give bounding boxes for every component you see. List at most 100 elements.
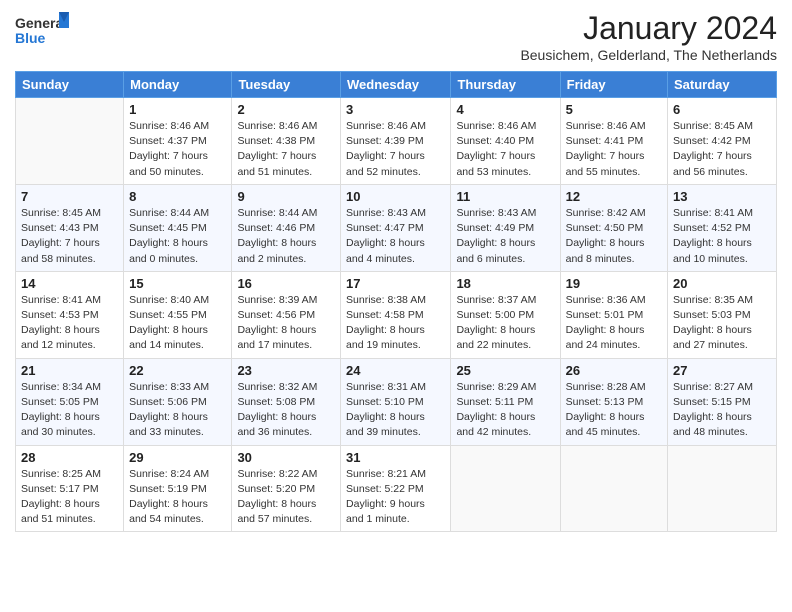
calendar-week-5: 28 Sunrise: 8:25 AM Sunset: 5:17 PM Dayli…: [16, 445, 777, 532]
day-number: 29: [129, 450, 226, 465]
calendar-week-3: 14 Sunrise: 8:41 AM Sunset: 4:53 PM Dayli…: [16, 271, 777, 358]
day-number: 20: [673, 276, 771, 291]
weekday-header-sunday: Sunday: [16, 72, 124, 98]
day-number: 7: [21, 189, 118, 204]
calendar-cell: 24 Sunrise: 8:31 AM Sunset: 5:10 PM Dayli…: [341, 358, 451, 445]
day-number: 2: [237, 102, 335, 117]
calendar-cell: 12 Sunrise: 8:42 AM Sunset: 4:50 PM Dayli…: [560, 184, 667, 271]
calendar-table: SundayMondayTuesdayWednesdayThursdayFrid…: [15, 71, 777, 532]
day-info: Sunrise: 8:39 AM Sunset: 4:56 PM Dayligh…: [237, 293, 335, 354]
location: Beusichem, Gelderland, The Netherlands: [520, 47, 777, 63]
calendar-cell: 11 Sunrise: 8:43 AM Sunset: 4:49 PM Dayli…: [451, 184, 560, 271]
calendar-cell: 14 Sunrise: 8:41 AM Sunset: 4:53 PM Dayli…: [16, 271, 124, 358]
calendar-cell: 31Sunrise: 8:21 AM Sunset: 5:22 PM Dayli…: [341, 445, 451, 532]
day-info: Sunrise: 8:33 AM Sunset: 5:06 PM Dayligh…: [129, 380, 226, 441]
calendar-cell: [16, 98, 124, 185]
day-info: Sunrise: 8:32 AM Sunset: 5:08 PM Dayligh…: [237, 380, 335, 441]
day-number: 19: [566, 276, 662, 291]
calendar-cell: 30 Sunrise: 8:22 AM Sunset: 5:20 PM Dayli…: [232, 445, 341, 532]
day-info: Sunrise: 8:35 AM Sunset: 5:03 PM Dayligh…: [673, 293, 771, 354]
page-header: General Blue January 2024 Beusichem, Gel…: [15, 10, 777, 63]
weekday-header-friday: Friday: [560, 72, 667, 98]
day-info: Sunrise: 8:43 AM Sunset: 4:47 PM Dayligh…: [346, 206, 445, 267]
calendar-cell: 22 Sunrise: 8:33 AM Sunset: 5:06 PM Dayli…: [124, 358, 232, 445]
calendar-cell: 29 Sunrise: 8:24 AM Sunset: 5:19 PM Dayli…: [124, 445, 232, 532]
day-info: Sunrise: 8:22 AM Sunset: 5:20 PM Dayligh…: [237, 467, 335, 528]
calendar-cell: [560, 445, 667, 532]
day-info: Sunrise: 8:31 AM Sunset: 5:10 PM Dayligh…: [346, 380, 445, 441]
day-info: Sunrise: 8:25 AM Sunset: 5:17 PM Dayligh…: [21, 467, 118, 528]
calendar-cell: [451, 445, 560, 532]
day-info: Sunrise: 8:46 AM Sunset: 4:40 PM Dayligh…: [456, 119, 554, 180]
day-info: Sunrise: 8:45 AM Sunset: 4:42 PM Dayligh…: [673, 119, 771, 180]
day-number: 12: [566, 189, 662, 204]
calendar-cell: 27 Sunrise: 8:27 AM Sunset: 5:15 PM Dayli…: [668, 358, 777, 445]
calendar-cell: 8 Sunrise: 8:44 AM Sunset: 4:45 PM Daylig…: [124, 184, 232, 271]
day-number: 3: [346, 102, 445, 117]
weekday-header-thursday: Thursday: [451, 72, 560, 98]
svg-text:Blue: Blue: [15, 30, 46, 46]
calendar-cell: 6 Sunrise: 8:45 AM Sunset: 4:42 PM Daylig…: [668, 98, 777, 185]
title-section: January 2024 Beusichem, Gelderland, The …: [520, 10, 777, 63]
day-info: Sunrise: 8:44 AM Sunset: 4:45 PM Dayligh…: [129, 206, 226, 267]
calendar-cell: 9Sunrise: 8:44 AM Sunset: 4:46 PM Daylig…: [232, 184, 341, 271]
calendar-cell: 28 Sunrise: 8:25 AM Sunset: 5:17 PM Dayli…: [16, 445, 124, 532]
calendar-cell: 7 Sunrise: 8:45 AM Sunset: 4:43 PM Daylig…: [16, 184, 124, 271]
day-info: Sunrise: 8:24 AM Sunset: 5:19 PM Dayligh…: [129, 467, 226, 528]
calendar-cell: 4 Sunrise: 8:46 AM Sunset: 4:40 PM Daylig…: [451, 98, 560, 185]
day-info: Sunrise: 8:36 AM Sunset: 5:01 PM Dayligh…: [566, 293, 662, 354]
calendar-cell: 19 Sunrise: 8:36 AM Sunset: 5:01 PM Dayli…: [560, 271, 667, 358]
day-info: Sunrise: 8:43 AM Sunset: 4:49 PM Dayligh…: [456, 206, 554, 267]
logo: General Blue: [15, 10, 70, 50]
day-number: 27: [673, 363, 771, 378]
day-info: Sunrise: 8:45 AM Sunset: 4:43 PM Dayligh…: [21, 206, 118, 267]
month-title: January 2024: [520, 10, 777, 47]
day-number: 17: [346, 276, 445, 291]
calendar-cell: 5 Sunrise: 8:46 AM Sunset: 4:41 PM Daylig…: [560, 98, 667, 185]
calendar-week-2: 7 Sunrise: 8:45 AM Sunset: 4:43 PM Daylig…: [16, 184, 777, 271]
calendar-cell: 26 Sunrise: 8:28 AM Sunset: 5:13 PM Dayli…: [560, 358, 667, 445]
day-info: Sunrise: 8:34 AM Sunset: 5:05 PM Dayligh…: [21, 380, 118, 441]
day-number: 15: [129, 276, 226, 291]
day-info: Sunrise: 8:40 AM Sunset: 4:55 PM Dayligh…: [129, 293, 226, 354]
day-info: Sunrise: 8:37 AM Sunset: 5:00 PM Dayligh…: [456, 293, 554, 354]
day-number: 8: [129, 189, 226, 204]
calendar-cell: 18 Sunrise: 8:37 AM Sunset: 5:00 PM Dayli…: [451, 271, 560, 358]
day-number: 28: [21, 450, 118, 465]
day-number: 25: [456, 363, 554, 378]
day-info: Sunrise: 8:41 AM Sunset: 4:53 PM Dayligh…: [21, 293, 118, 354]
day-number: 16: [237, 276, 335, 291]
day-number: 14: [21, 276, 118, 291]
day-number: 22: [129, 363, 226, 378]
day-number: 4: [456, 102, 554, 117]
weekday-header-tuesday: Tuesday: [232, 72, 341, 98]
day-number: 5: [566, 102, 662, 117]
day-info: Sunrise: 8:38 AM Sunset: 4:58 PM Dayligh…: [346, 293, 445, 354]
day-info: Sunrise: 8:41 AM Sunset: 4:52 PM Dayligh…: [673, 206, 771, 267]
day-number: 21: [21, 363, 118, 378]
day-info: Sunrise: 8:44 AM Sunset: 4:46 PM Dayligh…: [237, 206, 335, 267]
calendar-cell: 25 Sunrise: 8:29 AM Sunset: 5:11 PM Dayli…: [451, 358, 560, 445]
day-number: 30: [237, 450, 335, 465]
day-number: 13: [673, 189, 771, 204]
calendar-cell: 20 Sunrise: 8:35 AM Sunset: 5:03 PM Dayli…: [668, 271, 777, 358]
logo-icon: General Blue: [15, 10, 70, 50]
day-number: 10: [346, 189, 445, 204]
day-number: 11: [456, 189, 554, 204]
day-number: 26: [566, 363, 662, 378]
day-number: 24: [346, 363, 445, 378]
day-number: 6: [673, 102, 771, 117]
day-number: 23: [237, 363, 335, 378]
calendar-cell: 23 Sunrise: 8:32 AM Sunset: 5:08 PM Dayli…: [232, 358, 341, 445]
day-info: Sunrise: 8:21 AM Sunset: 5:22 PM Dayligh…: [346, 467, 445, 528]
day-info: Sunrise: 8:28 AM Sunset: 5:13 PM Dayligh…: [566, 380, 662, 441]
calendar-week-4: 21 Sunrise: 8:34 AM Sunset: 5:05 PM Dayli…: [16, 358, 777, 445]
calendar-cell: 17 Sunrise: 8:38 AM Sunset: 4:58 PM Dayli…: [341, 271, 451, 358]
day-info: Sunrise: 8:42 AM Sunset: 4:50 PM Dayligh…: [566, 206, 662, 267]
day-info: Sunrise: 8:46 AM Sunset: 4:41 PM Dayligh…: [566, 119, 662, 180]
day-info: Sunrise: 8:29 AM Sunset: 5:11 PM Dayligh…: [456, 380, 554, 441]
calendar-cell: 15 Sunrise: 8:40 AM Sunset: 4:55 PM Dayli…: [124, 271, 232, 358]
calendar-cell: 3Sunrise: 8:46 AM Sunset: 4:39 PM Daylig…: [341, 98, 451, 185]
day-number: 18: [456, 276, 554, 291]
day-info: Sunrise: 8:27 AM Sunset: 5:15 PM Dayligh…: [673, 380, 771, 441]
